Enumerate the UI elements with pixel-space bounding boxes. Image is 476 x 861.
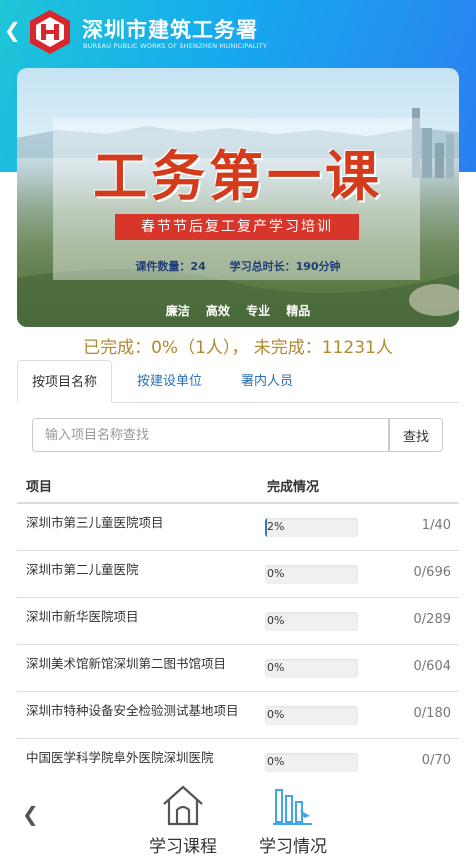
progress-label: 0% [267,614,285,627]
banner-title: 工务第一课 [93,144,383,208]
table-row[interactable]: 深圳市第三儿童医院项目 2% 1/40 [17,504,459,551]
project-name: 深圳市特种设备安全检验测试基地项目 [26,703,239,718]
course-banner[interactable]: 工务第一课 春节节后复工复产学习培训 课件数量：24 学习总时长：190分钟 廉… [17,68,459,327]
column-header-project: 项目 [26,480,53,495]
completion-count: 0/604 [413,659,451,674]
progress-bar: 2% [265,518,358,537]
table-header: 项目 完成情况 [17,466,459,504]
table-body[interactable]: 深圳市第三儿童医院项目 2% 1/40 深圳市第二儿童医院 0% 0/696 深… [17,504,459,776]
project-name: 深圳美术馆新馆深圳第二图书馆项目 [26,656,227,671]
progress-bar: 0% [265,753,358,772]
table-row[interactable]: 深圳美术馆新馆深圳第二图书馆项目 0% 0/604 [17,645,459,692]
banner-ribbon: 春节节后复工复产学习培训 [115,214,359,240]
nav-item-courses[interactable]: 学习课程 [138,782,228,860]
progress-bar: 0% [265,659,358,678]
nav-label: 学习情况 [259,837,327,857]
progress-label: 0% [267,755,285,768]
table-row[interactable]: 深圳市特种设备安全检验测试基地项目 0% 0/180 [17,692,459,739]
completion-summary: 已完成：0%（1人）， 未完成：11231人 [83,338,393,358]
progress-label: 0% [267,661,285,674]
column-header-status: 完成情况 [267,480,320,495]
completion-count: 0/180 [413,706,451,721]
slogan-item: 廉洁 [165,304,190,318]
chevron-left-icon[interactable]: ❮ [22,802,39,826]
completion-count: 0/70 [421,753,451,768]
tab-bar: 按项目名称 按建设单位 署内人员 [17,360,459,403]
banner-meta: 课件数量：24 学习总时长：190分钟 [17,258,459,274]
slogan-item: 高效 [205,304,230,318]
nav-item-progress[interactable]: 学习情况 [248,782,338,860]
course-count: 课件数量：24 [135,260,206,273]
completion-count: 1/40 [421,518,451,533]
progress-label: 0% [267,567,285,580]
chart-icon [273,789,312,825]
table-row[interactable]: 深圳市第二儿童医院 0% 0/696 [17,551,459,598]
progress-label: 2% [267,520,285,533]
project-name: 深圳市新华医院项目 [26,609,139,624]
app-page: ❮ 深圳市建筑工务署 BUREAU PUBLIC WORKS OF SHENZH… [0,0,476,861]
org-title: 深圳市建筑工务署 [82,18,258,42]
banner-slogans: 廉洁 高效 专业 精品 [17,302,459,319]
completion-count: 0/289 [413,612,451,627]
project-name: 深圳市第三儿童医院项目 [26,515,164,530]
search-input[interactable] [32,418,389,452]
progress-bar: 0% [265,612,358,631]
slogan-item: 精品 [286,304,311,318]
table-row[interactable]: 中国医学科学院阜外医院深圳医院 0% 0/70 [17,739,459,776]
project-name: 深圳市第二儿童医院 [26,562,139,577]
tab-internal-staff[interactable]: 署内人员 [227,360,307,403]
project-name: 中国医学科学院阜外医院深圳医院 [26,750,214,765]
bottom-nav: ❮ 学习课程 学习情况 [0,776,476,861]
total-duration: 学习总时长：190分钟 [229,260,341,273]
completion-count: 0/696 [413,565,451,580]
tab-by-builder[interactable]: 按建设单位 [123,360,216,403]
search-button[interactable]: 查找 [389,418,443,452]
back-icon[interactable]: ❮ [4,18,22,42]
logo-icon [30,10,70,54]
progress-label: 0% [267,708,285,721]
progress-bar: 0% [265,565,358,584]
home-icon [163,785,203,826]
table-row[interactable]: 深圳市新华医院项目 0% 0/289 [17,598,459,645]
slogan-item: 专业 [246,304,271,318]
nav-label: 学习课程 [149,837,217,857]
progress-bar: 0% [265,706,358,725]
tab-by-project[interactable]: 按项目名称 [17,360,113,403]
org-subtitle: BUREAU PUBLIC WORKS OF SHENZHEN MUNICIPA… [83,42,268,50]
